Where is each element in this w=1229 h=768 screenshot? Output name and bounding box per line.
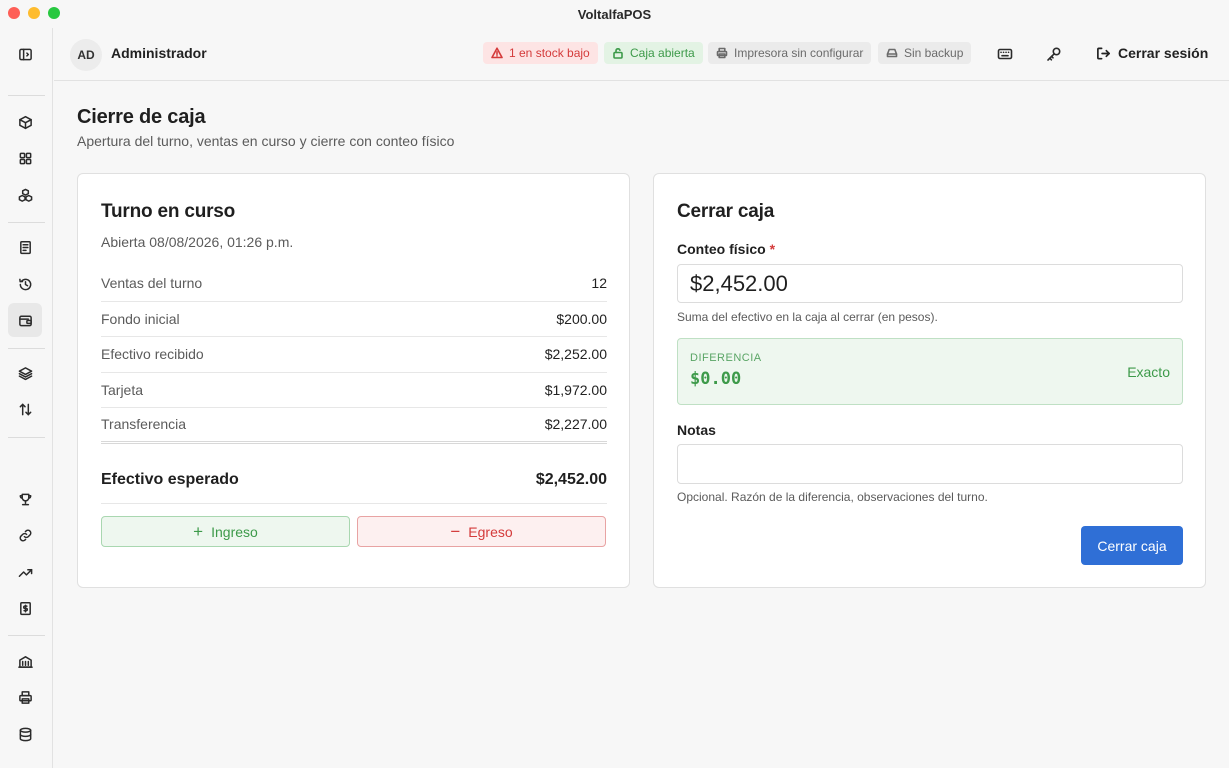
low-stock-label: 1 en stock bajo [509, 46, 590, 60]
window-close-button[interactable] [8, 7, 20, 19]
register-status-label: Caja abierta [630, 46, 695, 60]
wallet-icon[interactable] [8, 303, 42, 337]
sidebar-divider [8, 222, 45, 223]
row-value: $2,227.00 [544, 416, 607, 433]
difference-status: Exacto [1127, 364, 1170, 380]
boxes-icon[interactable] [8, 178, 42, 212]
window-title: VoltalfaPOS [577, 6, 652, 22]
table-row: Ventas del turno 12 [101, 266, 607, 302]
printer-icon [716, 47, 728, 59]
window-maximize-button[interactable] [48, 7, 60, 19]
row-label: Transferencia [101, 416, 187, 433]
box-icon[interactable] [8, 105, 42, 139]
close-register-button[interactable]: Cerrar caja [1081, 526, 1183, 565]
link-icon[interactable] [8, 518, 42, 552]
required-mark: * [769, 241, 776, 257]
sidebar-divider [8, 348, 45, 349]
cash-in-label: Ingreso [211, 523, 258, 540]
close-card-title: Cerrar caja [677, 201, 775, 222]
minus-icon: − [450, 522, 461, 541]
row-value: $2,252.00 [544, 346, 607, 363]
printer-status-label: Impresora sin configurar [734, 46, 864, 60]
sidebar-divider [8, 437, 45, 438]
sidebar-divider [8, 95, 45, 96]
user-name: Administrador [111, 45, 207, 61]
current-shift-card: Turno en curso Abierta 08/08/2026, 01:26… [77, 173, 630, 588]
keyboard-icon[interactable] [996, 45, 1014, 63]
logout-button[interactable]: Cerrar sesión [1096, 45, 1208, 61]
layers-icon[interactable] [8, 356, 42, 390]
avatar: AD [70, 39, 102, 71]
table-row: Tarjeta $1,972.00 [101, 373, 607, 408]
row-label: Fondo inicial [101, 310, 180, 327]
sidebar-toggle-icon[interactable] [8, 37, 42, 71]
difference-value: $0.00 [690, 369, 742, 389]
table-row: Transferencia $2,227.00 [101, 408, 607, 444]
title-bar: VoltalfaPOS [0, 0, 1229, 28]
row-value: $200.00 [556, 310, 607, 327]
notes-label: Notas [677, 422, 716, 438]
sidebar [0, 28, 53, 768]
low-stock-badge[interactable]: 1 en stock bajo [483, 42, 598, 64]
physical-count-hint: Suma del efectivo en la caja al cerrar (… [677, 310, 938, 324]
table-row: Fondo inicial $200.00 [101, 302, 607, 337]
cash-in-button[interactable]: + Ingreso [101, 516, 350, 547]
building-icon[interactable] [8, 644, 42, 678]
cash-out-label: Egreso [468, 523, 513, 540]
expected-cash-row: Efectivo esperado $2,452.00 [101, 456, 607, 504]
close-register-card: Cerrar caja Conteo físico * $2,452.00 Su… [653, 173, 1206, 588]
row-value: $1,972.00 [544, 381, 607, 398]
expected-cash-value: $2,452.00 [535, 470, 607, 488]
logout-label: Cerrar sesión [1118, 45, 1209, 61]
difference-label: DIFERENCIA [690, 352, 762, 364]
hard-drive-icon [886, 48, 898, 58]
app-window: VoltalfaPOS AD Administrador 1 en stock … [0, 0, 1229, 768]
backup-status-badge[interactable]: Sin backup [878, 42, 972, 64]
notes-field[interactable] [677, 444, 1183, 484]
invoice-icon[interactable] [8, 591, 42, 625]
database-icon[interactable] [8, 717, 42, 751]
row-label: Tarjeta [101, 381, 144, 398]
register-status-badge[interactable]: Caja abierta [604, 42, 703, 64]
page-title: Cierre de caja [77, 106, 206, 128]
cash-out-button[interactable]: − Egreso [357, 516, 606, 547]
receipt-icon[interactable] [8, 230, 42, 264]
key-icon[interactable] [1045, 45, 1063, 63]
grid-icon[interactable] [8, 141, 42, 175]
table-row: Efectivo recibido $2,252.00 [101, 337, 607, 373]
difference-panel: DIFERENCIA $0.00 Exacto [677, 338, 1183, 405]
top-bar: AD Administrador 1 en stock bajo Caja ab… [54, 28, 1229, 81]
physical-count-label-text: Conteo físico [677, 241, 766, 257]
warning-icon [491, 47, 503, 59]
trending-up-icon[interactable] [8, 555, 42, 589]
page-subtitle: Apertura del turno, ventas en curso y ci… [77, 133, 455, 149]
backup-status-label: Sin backup [904, 46, 964, 60]
physical-count-label: Conteo físico * [677, 241, 775, 257]
window-controls [8, 7, 60, 19]
trophy-icon[interactable] [8, 482, 42, 516]
row-value: 12 [591, 275, 607, 292]
history-icon[interactable] [8, 267, 42, 301]
expected-cash-label: Efectivo esperado [101, 470, 239, 488]
row-label: Efectivo recibido [101, 346, 204, 363]
plus-icon: + [193, 522, 204, 541]
shift-card-title: Turno en curso [101, 201, 236, 222]
shift-summary-table: Ventas del turno 12 Fondo inicial $200.0… [101, 266, 607, 444]
logout-icon [1097, 47, 1110, 59]
notes-hint: Opcional. Razón de la diferencia, observ… [677, 490, 988, 504]
arrows-updown-icon[interactable] [8, 392, 42, 426]
sidebar-divider [8, 635, 45, 636]
physical-count-input[interactable]: $2,452.00 [677, 264, 1183, 303]
unlock-icon [613, 48, 623, 59]
printer-icon[interactable] [8, 680, 42, 714]
window-minimize-button[interactable] [28, 7, 40, 19]
printer-status-badge[interactable]: Impresora sin configurar [708, 42, 872, 64]
shift-opened-time: Abierta 08/08/2026, 01:26 p.m. [101, 234, 294, 250]
row-label: Ventas del turno [101, 275, 203, 292]
